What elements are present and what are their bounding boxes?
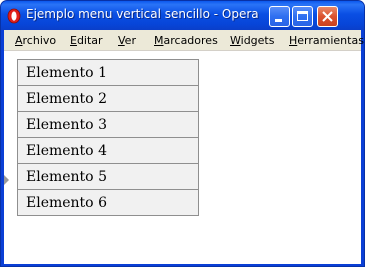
close-icon: [322, 11, 333, 22]
vertical-menu: Elemento 1 Elemento 2 Elemento 3 Element…: [17, 59, 199, 216]
vertical-menu-item-6[interactable]: Elemento 6: [18, 190, 198, 216]
menu-accel: W: [230, 34, 241, 47]
client-area: Archivo Editar Ver Marcadores Widgets He…: [4, 30, 364, 264]
vertical-menu-item-5[interactable]: Elemento 5: [18, 164, 198, 190]
window-title: Ejemplo menu vertical sencillo - Opera: [26, 7, 259, 21]
maximize-icon: [297, 11, 308, 21]
menu-archivo[interactable]: Archivo: [15, 34, 56, 47]
menu-widgets[interactable]: Widgets: [230, 34, 274, 47]
maximize-button[interactable]: [292, 6, 313, 27]
vertical-menu-item-1[interactable]: Elemento 1: [18, 60, 198, 86]
menu-bar: Archivo Editar Ver Marcadores Widgets He…: [4, 30, 364, 51]
vertical-menu-item-3[interactable]: Elemento 3: [18, 112, 198, 138]
menu-accel: M: [154, 34, 164, 47]
page-content: Elemento 1 Elemento 2 Elemento 3 Element…: [4, 51, 361, 264]
menu-label: er: [124, 34, 136, 47]
menu-label: rchivo: [22, 34, 57, 47]
menu-label: ditar: [76, 34, 103, 47]
menu-accel: A: [15, 34, 23, 47]
minimize-button[interactable]: [269, 6, 290, 27]
browser-window: Ejemplo menu vertical sencillo - Opera A…: [0, 0, 365, 267]
menu-marcadores[interactable]: Marcadores: [154, 34, 218, 47]
menu-label: idgets: [240, 34, 275, 47]
close-button[interactable]: [317, 6, 338, 27]
opera-logo-icon: [7, 8, 21, 24]
menu-label: erramientas: [297, 34, 364, 47]
menu-herramientas[interactable]: Herramientas: [289, 34, 364, 47]
vertical-menu-item-2[interactable]: Elemento 2: [18, 86, 198, 112]
minimize-icon: [275, 19, 282, 22]
vertical-menu-item-4[interactable]: Elemento 4: [18, 138, 198, 164]
title-bar[interactable]: Ejemplo menu vertical sencillo - Opera: [1, 1, 364, 30]
menu-accel: V: [118, 34, 125, 47]
menu-accel: E: [70, 34, 77, 47]
menu-label: arcadores: [163, 34, 218, 47]
menu-ver[interactable]: Ver: [118, 34, 136, 47]
menu-editar[interactable]: Editar: [70, 34, 103, 47]
side-panel-arrow-icon[interactable]: [4, 175, 9, 185]
